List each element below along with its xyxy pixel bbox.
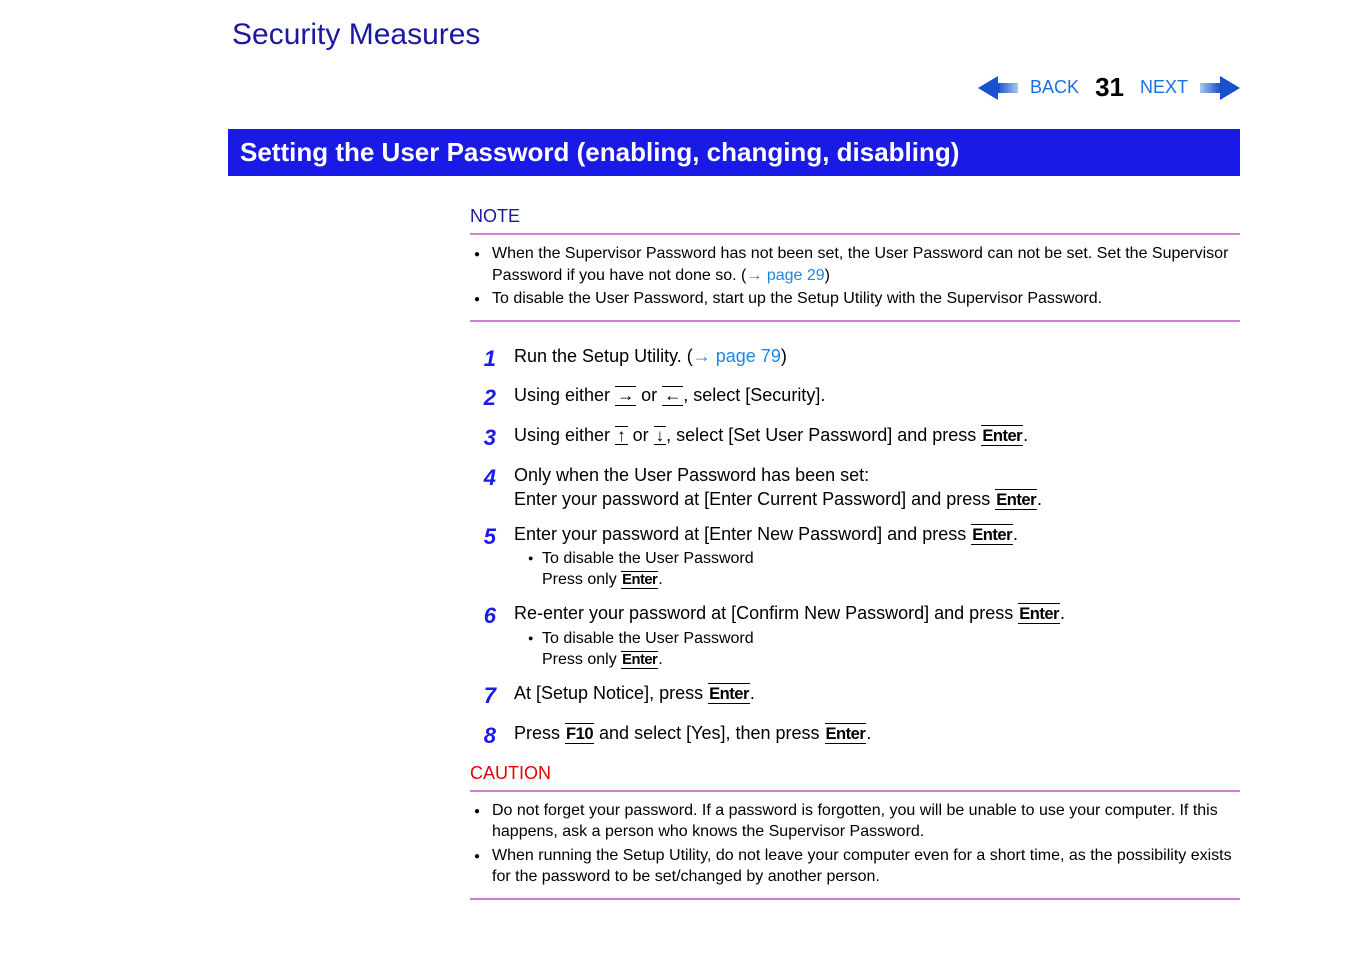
step: 4 Only when the User Password has been s… xyxy=(470,463,1240,512)
step-body: At [Setup Notice], press Enter. xyxy=(514,681,1240,711)
step: 6 Re-enter your password at [Confirm New… xyxy=(470,601,1240,671)
note-box: When the Supervisor Password has not bee… xyxy=(470,233,1240,322)
caution-box: Do not forget your password. If a passwo… xyxy=(470,790,1240,900)
step-body: Using either → or ←, select [Security]. xyxy=(514,383,1240,413)
link-arrow-icon: → xyxy=(693,346,711,366)
page-title: Security Measures xyxy=(232,18,1270,52)
note-label: NOTE xyxy=(470,206,1240,227)
step-number: 4 xyxy=(470,463,514,512)
step-body: Using either ↑ or ↓, select [Set User Pa… xyxy=(514,423,1240,453)
left-arrow-key-icon: ← xyxy=(662,386,683,405)
step: 8 Press F10 and select [Yes], then press… xyxy=(470,721,1240,751)
page-link[interactable]: page 79 xyxy=(716,346,781,366)
step-body: Enter your password at [Enter New Passwo… xyxy=(514,522,1240,592)
enter-key-icon: Enter xyxy=(621,651,658,669)
note-item: To disable the User Password, start up t… xyxy=(474,288,1236,310)
section-heading: Setting the User Password (enabling, cha… xyxy=(228,129,1240,176)
step-body: Only when the User Password has been set… xyxy=(514,463,1240,512)
enter-key-icon: Enter xyxy=(825,723,867,744)
enter-key-icon: Enter xyxy=(621,571,658,589)
link-arrow-icon: → xyxy=(746,267,762,284)
step: 3 Using either ↑ or ↓, select [Set User … xyxy=(470,423,1240,453)
step-sub-item: To disable the User Password Press only … xyxy=(528,548,1240,591)
step-number: 3 xyxy=(470,423,514,453)
enter-key-icon: Enter xyxy=(995,489,1037,510)
steps-list: 1 Run the Setup Utility. (→ page 79) 2 U… xyxy=(470,344,1240,751)
note-text: When the Supervisor Password has not bee… xyxy=(492,245,1228,284)
enter-key-icon: Enter xyxy=(1018,603,1060,624)
step-number: 7 xyxy=(470,681,514,711)
enter-key-icon: Enter xyxy=(981,425,1023,446)
step-number: 8 xyxy=(470,721,514,751)
step-body: Run the Setup Utility. (→ page 79) xyxy=(514,344,1240,374)
note-text: ) xyxy=(825,267,830,284)
step-number: 2 xyxy=(470,383,514,413)
step-number: 6 xyxy=(470,601,514,671)
right-arrow-key-icon: → xyxy=(615,386,636,405)
page-link[interactable]: page 29 xyxy=(767,267,825,284)
step: 7 At [Setup Notice], press Enter. xyxy=(470,681,1240,711)
page-number: 31 xyxy=(1095,72,1124,103)
nav-bar: BACK 31 NEXT xyxy=(170,72,1270,103)
next-link[interactable]: NEXT xyxy=(1140,77,1188,98)
note-item: When the Supervisor Password has not bee… xyxy=(474,243,1236,286)
caution-item: When running the Setup Utility, do not l… xyxy=(474,845,1236,888)
step-body: Re-enter your password at [Confirm New P… xyxy=(514,601,1240,671)
back-arrow-icon[interactable] xyxy=(978,76,1018,100)
step: 1 Run the Setup Utility. (→ page 79) xyxy=(470,344,1240,374)
caution-label: CAUTION xyxy=(470,763,1240,784)
step-number: 5 xyxy=(470,522,514,592)
caution-item: Do not forget your password. If a passwo… xyxy=(474,800,1236,843)
step-sub-item: To disable the User Password Press only … xyxy=(528,628,1240,671)
step-body: Press F10 and select [Yes], then press E… xyxy=(514,721,1240,751)
f10-key-icon: F10 xyxy=(565,723,594,744)
step: 5 Enter your password at [Enter New Pass… xyxy=(470,522,1240,592)
down-arrow-key-icon: ↓ xyxy=(654,426,667,445)
step-number: 1 xyxy=(470,344,514,374)
enter-key-icon: Enter xyxy=(971,524,1013,545)
next-arrow-icon[interactable] xyxy=(1200,76,1240,100)
up-arrow-key-icon: ↑ xyxy=(615,426,628,445)
enter-key-icon: Enter xyxy=(708,683,750,704)
back-link[interactable]: BACK xyxy=(1030,77,1079,98)
step: 2 Using either → or ←, select [Security]… xyxy=(470,383,1240,413)
